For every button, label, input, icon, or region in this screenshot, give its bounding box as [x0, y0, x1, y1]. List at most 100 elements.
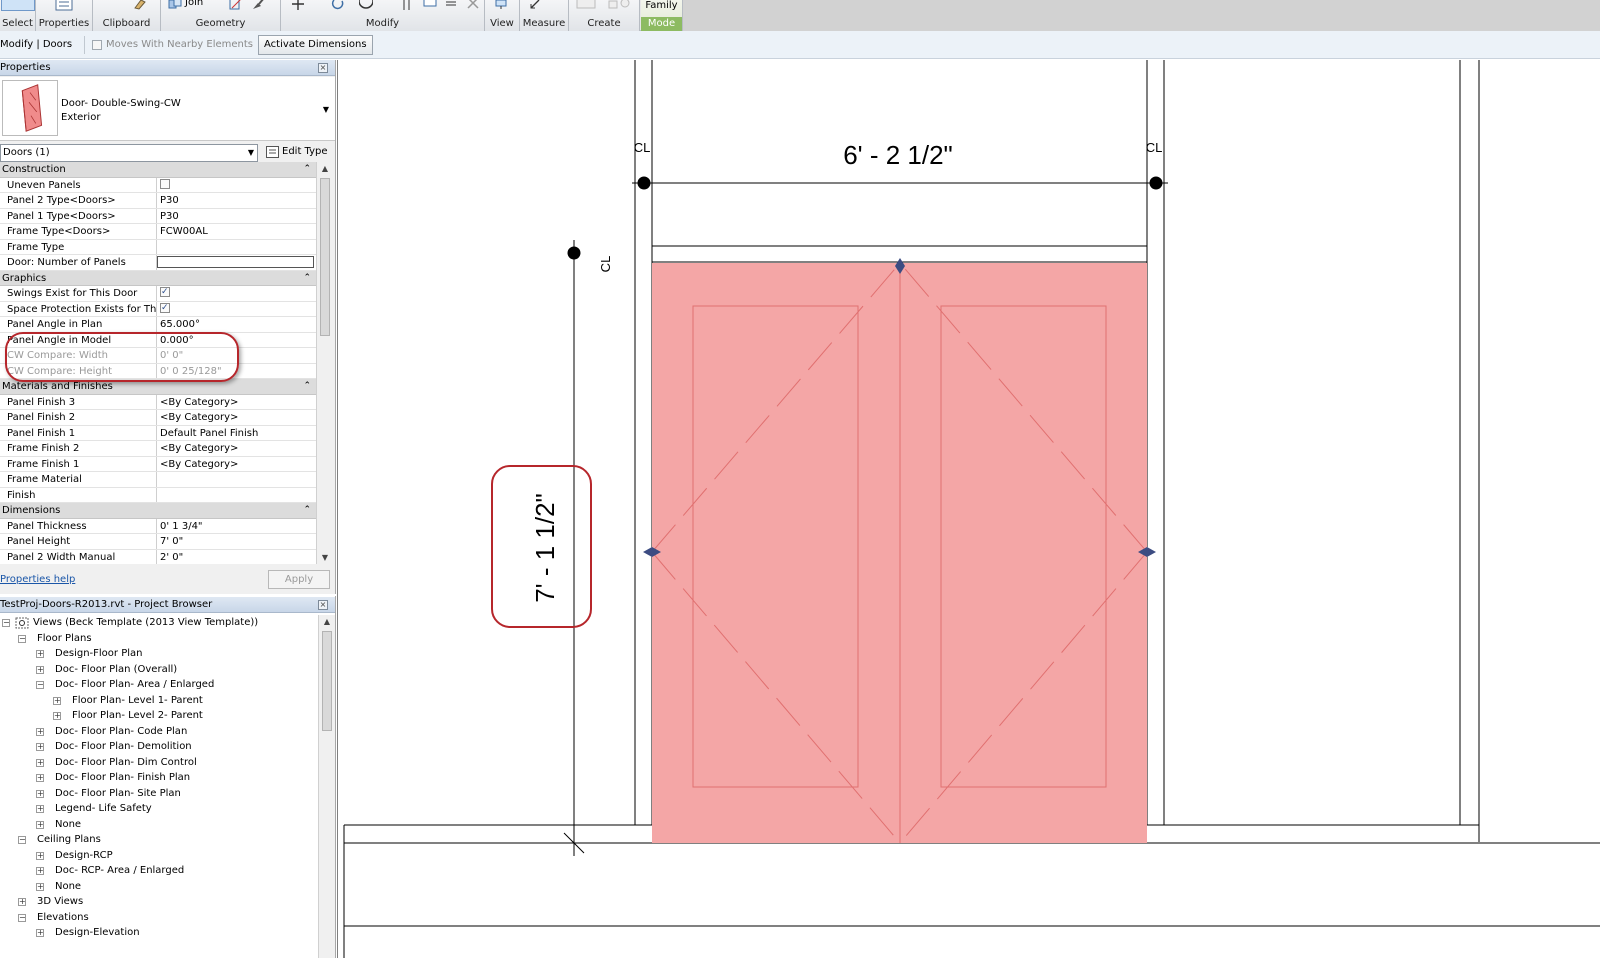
- scroll-down-icon[interactable]: ▼: [317, 553, 333, 562]
- tree-item[interactable]: + Design-RCP: [0, 848, 318, 864]
- tree-item[interactable]: + Design-Floor Plan: [0, 646, 318, 662]
- number-of-panels-field[interactable]: [157, 256, 314, 268]
- property-value[interactable]: P30: [157, 193, 316, 208]
- expand-toggle-icon[interactable]: +: [53, 712, 61, 720]
- collapse-icon[interactable]: ⌃: [303, 503, 311, 518]
- edit-type-button[interactable]: Edit Type: [264, 144, 328, 162]
- height-dimension-text[interactable]: 7' - 1 1/2": [530, 493, 560, 603]
- properties-help-link[interactable]: Properties help: [0, 574, 75, 585]
- tree-item[interactable]: − Floor Plans: [0, 631, 318, 647]
- collapse-toggle-icon[interactable]: −: [18, 913, 26, 922]
- width-dimension[interactable]: [632, 176, 1168, 190]
- property-row[interactable]: Frame Finish 2 <By Category>: [0, 441, 316, 457]
- expand-toggle-icon[interactable]: +: [18, 898, 26, 906]
- tree-item[interactable]: − Views (Beck Template (2013 View Templat…: [0, 615, 318, 631]
- collapse-icon[interactable]: ⌃: [303, 271, 311, 286]
- ribbon-group-select[interactable]: Select: [0, 0, 36, 31]
- ribbon-group-view[interactable]: View: [485, 0, 520, 31]
- property-row[interactable]: Finish: [0, 487, 316, 503]
- ribbon-group-measure[interactable]: Measure: [520, 0, 569, 31]
- space-protection-checkbox[interactable]: [160, 302, 170, 316]
- elevation-view[interactable]: 6' - 2 1/2" CL CL CL 7' - 1 1/2": [338, 60, 1600, 958]
- close-icon[interactable]: ×: [318, 600, 328, 610]
- activate-dimensions-button[interactable]: Activate Dimensions: [258, 35, 373, 55]
- scroll-up-icon[interactable]: ▲: [317, 164, 333, 173]
- ribbon-group-clipboard[interactable]: Clipboard: [93, 0, 161, 31]
- instance-filter-select[interactable]: Doors (1) ▼: [0, 144, 258, 162]
- swings-exist-checkbox[interactable]: [160, 286, 170, 300]
- property-value[interactable]: [157, 472, 316, 487]
- properties-scrollbar[interactable]: ▲ ▼: [316, 162, 333, 564]
- section-construction[interactable]: Construction ⌃: [0, 162, 316, 178]
- scroll-up-icon[interactable]: ▲: [319, 617, 335, 626]
- property-value[interactable]: 0' 1 3/4": [157, 519, 316, 534]
- ribbon-group-geometry[interactable]: Join Geometry: [161, 0, 281, 31]
- chevron-down-icon[interactable]: ▼: [323, 105, 329, 114]
- tree-item[interactable]: − Doc- Floor Plan- Area / Enlarged: [0, 677, 318, 693]
- expand-toggle-icon[interactable]: +: [36, 820, 44, 829]
- property-row[interactable]: Panel Finish 2 <By Category>: [0, 410, 316, 426]
- expand-toggle-icon[interactable]: +: [36, 758, 44, 767]
- property-row[interactable]: Panel 1 Type<Doors> P30: [0, 208, 316, 224]
- type-selector[interactable]: Door- Double-Swing-CW Exterior ▼: [0, 77, 335, 141]
- expand-toggle-icon[interactable]: +: [36, 805, 44, 813]
- expand-toggle-icon[interactable]: +: [36, 851, 44, 860]
- tree-item[interactable]: + Doc- Floor Plan- Site Plan: [0, 786, 318, 802]
- expand-toggle-icon[interactable]: +: [36, 743, 44, 751]
- ribbon-group-create[interactable]: Create: [569, 0, 640, 31]
- tree-item[interactable]: + Doc- Floor Plan- Finish Plan: [0, 770, 318, 786]
- uneven-panels-checkbox[interactable]: [160, 178, 170, 189]
- collapse-toggle-icon[interactable]: −: [18, 836, 26, 844]
- tree-item[interactable]: + Doc- Floor Plan- Dim Control: [0, 755, 318, 771]
- collapse-icon[interactable]: ⌃: [303, 162, 311, 177]
- property-value[interactable]: 2' 0": [157, 550, 316, 565]
- tree-item[interactable]: + Floor Plan- Level 2- Parent: [0, 708, 318, 724]
- collapse-toggle-icon[interactable]: −: [36, 681, 44, 689]
- ribbon-group-mode[interactable]: Family Mode: [641, 0, 683, 31]
- property-value[interactable]: 65.000°: [157, 317, 316, 332]
- property-row[interactable]: Space Protection Exists for This...: [0, 301, 316, 317]
- property-row[interactable]: Door: Number of Panels: [0, 255, 316, 271]
- width-dimension-text[interactable]: 6' - 2 1/2": [843, 140, 953, 170]
- height-dimension[interactable]: [563, 240, 585, 856]
- collapse-toggle-icon[interactable]: −: [2, 619, 10, 627]
- tree-item[interactable]: + Doc- RCP- Area / Enlarged: [0, 863, 318, 879]
- drawing-canvas[interactable]: 6' - 2 1/2" CL CL CL 7' - 1 1/2": [337, 60, 1600, 958]
- property-row[interactable]: Frame Type: [0, 239, 316, 255]
- apply-button[interactable]: Apply: [268, 570, 330, 589]
- close-icon[interactable]: ×: [318, 63, 328, 73]
- property-value[interactable]: [157, 488, 316, 503]
- tree-item[interactable]: + Floor Plan- Level 1- Parent: [0, 693, 318, 709]
- tree-item[interactable]: + Doc- Floor Plan (Overall): [0, 662, 318, 678]
- property-value[interactable]: <By Category>: [157, 395, 316, 410]
- property-value[interactable]: FCW00AL: [157, 224, 316, 239]
- section-graphics[interactable]: Graphics ⌃: [0, 270, 316, 286]
- tree-item[interactable]: + Design-Elevation: [0, 925, 318, 941]
- property-row[interactable]: Panel Height 7' 0": [0, 534, 316, 550]
- expand-toggle-icon[interactable]: +: [36, 665, 44, 674]
- expand-toggle-icon[interactable]: +: [36, 882, 44, 891]
- ribbon-group-properties[interactable]: Properties: [36, 0, 93, 31]
- property-row[interactable]: Panel Finish 3 <By Category>: [0, 394, 316, 410]
- section-dimensions[interactable]: Dimensions ⌃: [0, 503, 316, 519]
- property-row[interactable]: Frame Type<Doors> FCW00AL: [0, 224, 316, 240]
- property-row[interactable]: Frame Material: [0, 472, 316, 488]
- expand-toggle-icon[interactable]: +: [36, 867, 44, 875]
- tree-item[interactable]: − Ceiling Plans: [0, 832, 318, 848]
- property-value[interactable]: <By Category>: [157, 410, 316, 425]
- scroll-thumb[interactable]: [320, 178, 330, 336]
- browser-scrollbar[interactable]: ▲: [318, 615, 335, 958]
- property-row[interactable]: Panel Finish 1 Default Panel Finish: [0, 425, 316, 441]
- tree-item[interactable]: + None: [0, 879, 318, 895]
- expand-toggle-icon[interactable]: +: [53, 696, 61, 705]
- tree-item[interactable]: + Doc- Floor Plan- Code Plan: [0, 724, 318, 740]
- expand-toggle-icon[interactable]: +: [36, 727, 44, 736]
- property-row[interactable]: Swings Exist for This Door: [0, 286, 316, 302]
- scroll-thumb[interactable]: [322, 631, 332, 731]
- tree-item[interactable]: + Legend- Life Safety: [0, 801, 318, 817]
- property-row[interactable]: Panel 2 Width Manual 2' 0": [0, 549, 316, 565]
- collapse-toggle-icon[interactable]: −: [18, 634, 26, 643]
- property-row[interactable]: Panel Angle in Plan 65.000°: [0, 317, 316, 333]
- expand-toggle-icon[interactable]: +: [36, 929, 44, 937]
- tree-item[interactable]: + None: [0, 817, 318, 833]
